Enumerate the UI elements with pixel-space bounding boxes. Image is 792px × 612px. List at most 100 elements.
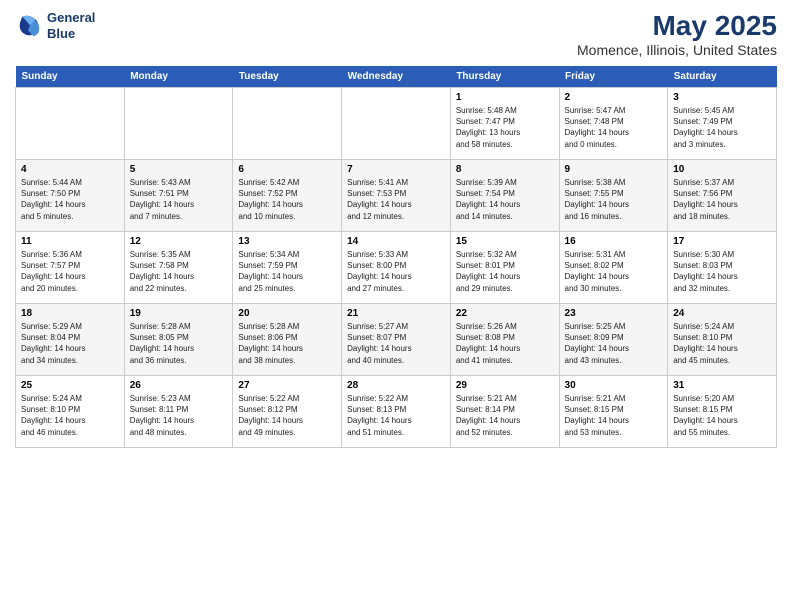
day-info-26: Sunrise: 5:23 AM Sunset: 8:11 PM Dayligh…: [130, 393, 228, 438]
day-number-10: 10: [673, 164, 771, 175]
day-info-19: Sunrise: 5:28 AM Sunset: 8:05 PM Dayligh…: [130, 321, 228, 366]
day-cell-w1-d5: 1 Sunrise: 5:48 AM Sunset: 7:47 PM Daylig…: [450, 88, 559, 160]
day-cell-w2-d2: 5Sunrise: 5:43 AM Sunset: 7:51 PM Daylig…: [124, 160, 233, 232]
day-number-23: 23: [565, 308, 663, 319]
day-info-15: Sunrise: 5:32 AM Sunset: 8:01 PM Dayligh…: [456, 249, 554, 294]
day-number-20: 20: [238, 308, 336, 319]
day-cell-w3-d6: 16 Sunrise: 5:31 AM Sunset: 8:02 PM Dayli…: [559, 232, 668, 304]
day-number-13: 13: [238, 236, 336, 247]
header-row: Sunday Monday Tuesday Wednesday Thursday…: [16, 66, 777, 88]
day-info-7: Sunrise: 5:41 AM Sunset: 7:53 PM Dayligh…: [347, 177, 445, 222]
calendar-subtitle: Momence, Illinois, United States: [577, 42, 777, 58]
day-cell-w1-d6: 2 Sunrise: 5:47 AM Sunset: 7:48 PM Daylig…: [559, 88, 668, 160]
day-cell-w5-d6: 30Sunrise: 5:21 AM Sunset: 8:15 PM Dayli…: [559, 376, 668, 448]
logo-line2: Blue: [47, 26, 95, 42]
day-cell-w1-d3: [233, 88, 342, 160]
day-cell-w5-d1: 25Sunrise: 5:24 AM Sunset: 8:10 PM Dayli…: [16, 376, 125, 448]
day-number-7: 7: [347, 164, 445, 175]
day-cell-w5-d3: 27 Sunrise: 5:22 AM Sunset: 8:12 PM Dayli…: [233, 376, 342, 448]
col-tuesday: Tuesday: [233, 66, 342, 88]
week-row-1: 1 Sunrise: 5:48 AM Sunset: 7:47 PM Daylig…: [16, 88, 777, 160]
day-cell-w2-d4: 7 Sunrise: 5:41 AM Sunset: 7:53 PM Daylig…: [342, 160, 451, 232]
calendar-table: Sunday Monday Tuesday Wednesday Thursday…: [15, 66, 777, 448]
day-info-2: Sunrise: 5:47 AM Sunset: 7:48 PM Dayligh…: [565, 105, 663, 150]
day-cell-w4-d2: 19Sunrise: 5:28 AM Sunset: 8:05 PM Dayli…: [124, 304, 233, 376]
day-cell-w2-d5: 8 Sunrise: 5:39 AM Sunset: 7:54 PM Daylig…: [450, 160, 559, 232]
calendar-body: 1 Sunrise: 5:48 AM Sunset: 7:47 PM Daylig…: [16, 88, 777, 448]
day-cell-w5-d5: 29 Sunrise: 5:21 AM Sunset: 8:14 PM Dayli…: [450, 376, 559, 448]
day-number-30: 30: [565, 380, 663, 391]
day-info-31: Sunrise: 5:20 AM Sunset: 8:15 PM Dayligh…: [673, 393, 771, 438]
day-number-3: 3: [673, 92, 771, 103]
day-cell-w1-d4: [342, 88, 451, 160]
day-number-15: 15: [456, 236, 554, 247]
day-cell-w2-d3: 6Sunrise: 5:42 AM Sunset: 7:52 PM Daylig…: [233, 160, 342, 232]
day-info-10: Sunrise: 5:37 AM Sunset: 7:56 PM Dayligh…: [673, 177, 771, 222]
day-cell-w3-d3: 13Sunrise: 5:34 AM Sunset: 7:59 PM Dayli…: [233, 232, 342, 304]
col-thursday: Thursday: [450, 66, 559, 88]
day-number-2: 2: [565, 92, 663, 103]
logo: General Blue: [15, 10, 95, 41]
day-info-17: Sunrise: 5:30 AM Sunset: 8:03 PM Dayligh…: [673, 249, 771, 294]
day-cell-w2-d1: 4 Sunrise: 5:44 AM Sunset: 7:50 PM Daylig…: [16, 160, 125, 232]
day-number-31: 31: [673, 380, 771, 391]
day-info-18: Sunrise: 5:29 AM Sunset: 8:04 PM Dayligh…: [21, 321, 119, 366]
day-number-9: 9: [565, 164, 663, 175]
day-number-29: 29: [456, 380, 554, 391]
day-info-9: Sunrise: 5:38 AM Sunset: 7:55 PM Dayligh…: [565, 177, 663, 222]
day-cell-w2-d7: 10 Sunrise: 5:37 AM Sunset: 7:56 PM Dayli…: [668, 160, 777, 232]
logo-line1: General: [47, 10, 95, 26]
col-saturday: Saturday: [668, 66, 777, 88]
day-cell-w3-d7: 17Sunrise: 5:30 AM Sunset: 8:03 PM Dayli…: [668, 232, 777, 304]
week-row-2: 4 Sunrise: 5:44 AM Sunset: 7:50 PM Daylig…: [16, 160, 777, 232]
day-cell-w4-d6: 23 Sunrise: 5:25 AM Sunset: 8:09 PM Dayli…: [559, 304, 668, 376]
day-info-8: Sunrise: 5:39 AM Sunset: 7:54 PM Dayligh…: [456, 177, 554, 222]
header: General Blue May 2025 Momence, Illinois,…: [15, 10, 777, 58]
day-info-29: Sunrise: 5:21 AM Sunset: 8:14 PM Dayligh…: [456, 393, 554, 438]
logo-icon: [15, 12, 43, 40]
day-number-8: 8: [456, 164, 554, 175]
day-number-11: 11: [21, 236, 119, 247]
day-cell-w4-d3: 20Sunrise: 5:28 AM Sunset: 8:06 PM Dayli…: [233, 304, 342, 376]
day-cell-w4-d7: 24Sunrise: 5:24 AM Sunset: 8:10 PM Dayli…: [668, 304, 777, 376]
day-number-27: 27: [238, 380, 336, 391]
day-info-1: Sunrise: 5:48 AM Sunset: 7:47 PM Dayligh…: [456, 105, 554, 150]
day-number-26: 26: [130, 380, 228, 391]
day-cell-w2-d6: 9 Sunrise: 5:38 AM Sunset: 7:55 PM Daylig…: [559, 160, 668, 232]
week-row-5: 25Sunrise: 5:24 AM Sunset: 8:10 PM Dayli…: [16, 376, 777, 448]
day-number-16: 16: [565, 236, 663, 247]
col-monday: Monday: [124, 66, 233, 88]
day-info-27: Sunrise: 5:22 AM Sunset: 8:12 PM Dayligh…: [238, 393, 336, 438]
day-cell-w3-d2: 12 Sunrise: 5:35 AM Sunset: 7:58 PM Dayli…: [124, 232, 233, 304]
day-cell-w5-d4: 28Sunrise: 5:22 AM Sunset: 8:13 PM Dayli…: [342, 376, 451, 448]
day-number-1: 1: [456, 92, 554, 103]
day-number-12: 12: [130, 236, 228, 247]
day-number-5: 5: [130, 164, 228, 175]
day-cell-w4-d1: 18 Sunrise: 5:29 AM Sunset: 8:04 PM Dayli…: [16, 304, 125, 376]
day-info-3: Sunrise: 5:45 AM Sunset: 7:49 PM Dayligh…: [673, 105, 771, 150]
day-cell-w5-d7: 31 Sunrise: 5:20 AM Sunset: 8:15 PM Dayli…: [668, 376, 777, 448]
day-info-28: Sunrise: 5:22 AM Sunset: 8:13 PM Dayligh…: [347, 393, 445, 438]
day-number-18: 18: [21, 308, 119, 319]
day-cell-w3-d4: 14Sunrise: 5:33 AM Sunset: 8:00 PM Dayli…: [342, 232, 451, 304]
day-cell-w5-d2: 26 Sunrise: 5:23 AM Sunset: 8:11 PM Dayli…: [124, 376, 233, 448]
logo-text: General Blue: [47, 10, 95, 41]
day-info-12: Sunrise: 5:35 AM Sunset: 7:58 PM Dayligh…: [130, 249, 228, 294]
day-info-21: Sunrise: 5:27 AM Sunset: 8:07 PM Dayligh…: [347, 321, 445, 366]
day-cell-w1-d2: [124, 88, 233, 160]
day-number-21: 21: [347, 308, 445, 319]
col-wednesday: Wednesday: [342, 66, 451, 88]
col-sunday: Sunday: [16, 66, 125, 88]
col-friday: Friday: [559, 66, 668, 88]
day-info-23: Sunrise: 5:25 AM Sunset: 8:09 PM Dayligh…: [565, 321, 663, 366]
week-row-4: 18 Sunrise: 5:29 AM Sunset: 8:04 PM Dayli…: [16, 304, 777, 376]
day-info-24: Sunrise: 5:24 AM Sunset: 8:10 PM Dayligh…: [673, 321, 771, 366]
day-info-4: Sunrise: 5:44 AM Sunset: 7:50 PM Dayligh…: [21, 177, 119, 222]
day-info-14: Sunrise: 5:33 AM Sunset: 8:00 PM Dayligh…: [347, 249, 445, 294]
day-info-16: Sunrise: 5:31 AM Sunset: 8:02 PM Dayligh…: [565, 249, 663, 294]
day-number-6: 6: [238, 164, 336, 175]
day-info-22: Sunrise: 5:26 AM Sunset: 8:08 PM Dayligh…: [456, 321, 554, 366]
day-number-4: 4: [21, 164, 119, 175]
calendar-title: May 2025: [577, 10, 777, 42]
calendar-header: Sunday Monday Tuesday Wednesday Thursday…: [16, 66, 777, 88]
